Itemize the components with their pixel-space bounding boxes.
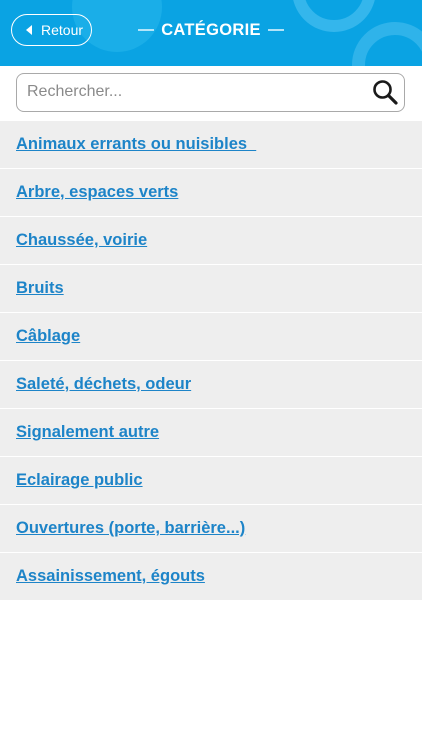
category-link[interactable]: Assainissement, égouts (16, 567, 205, 586)
category-item[interactable]: Saleté, déchets, odeur (0, 361, 422, 409)
category-link[interactable]: Saleté, déchets, odeur (16, 375, 191, 394)
category-link[interactable]: Signalement autre (16, 423, 159, 442)
category-item[interactable]: Assainissement, égouts (0, 553, 422, 601)
category-link[interactable]: Animaux errants ou nuisibles (16, 135, 256, 154)
category-link[interactable]: Eclairage public (16, 471, 143, 490)
page-title: CATÉGORIE (161, 20, 261, 39)
category-item[interactable]: Chaussée, voirie (0, 217, 422, 265)
category-item[interactable]: Signalement autre (0, 409, 422, 457)
category-list: Animaux errants ou nuisibles Arbre, espa… (0, 121, 422, 601)
title-dash-left (138, 29, 155, 31)
category-link[interactable]: Ouvertures (porte, barrière...) (16, 519, 245, 538)
category-item[interactable]: Bruits (0, 265, 422, 313)
category-item[interactable]: Animaux errants ou nuisibles (0, 121, 422, 169)
category-item[interactable]: Ouvertures (porte, barrière...) (0, 505, 422, 553)
category-item[interactable]: Câblage (0, 313, 422, 361)
search-input[interactable] (27, 77, 357, 107)
title-dash-right (267, 29, 284, 31)
category-item[interactable]: Eclairage public (0, 457, 422, 505)
category-link[interactable]: Bruits (16, 279, 64, 298)
title-container: CATÉGORIE (0, 0, 422, 60)
category-link[interactable]: Chaussée, voirie (16, 231, 147, 250)
header-bar: Retour CATÉGORIE (0, 0, 422, 66)
search-box (16, 73, 405, 112)
search-icon[interactable] (372, 79, 398, 105)
category-link[interactable]: Arbre, espaces verts (16, 183, 178, 202)
search-bar (0, 66, 422, 121)
category-link[interactable]: Câblage (16, 327, 80, 346)
category-item[interactable]: Arbre, espaces verts (0, 169, 422, 217)
